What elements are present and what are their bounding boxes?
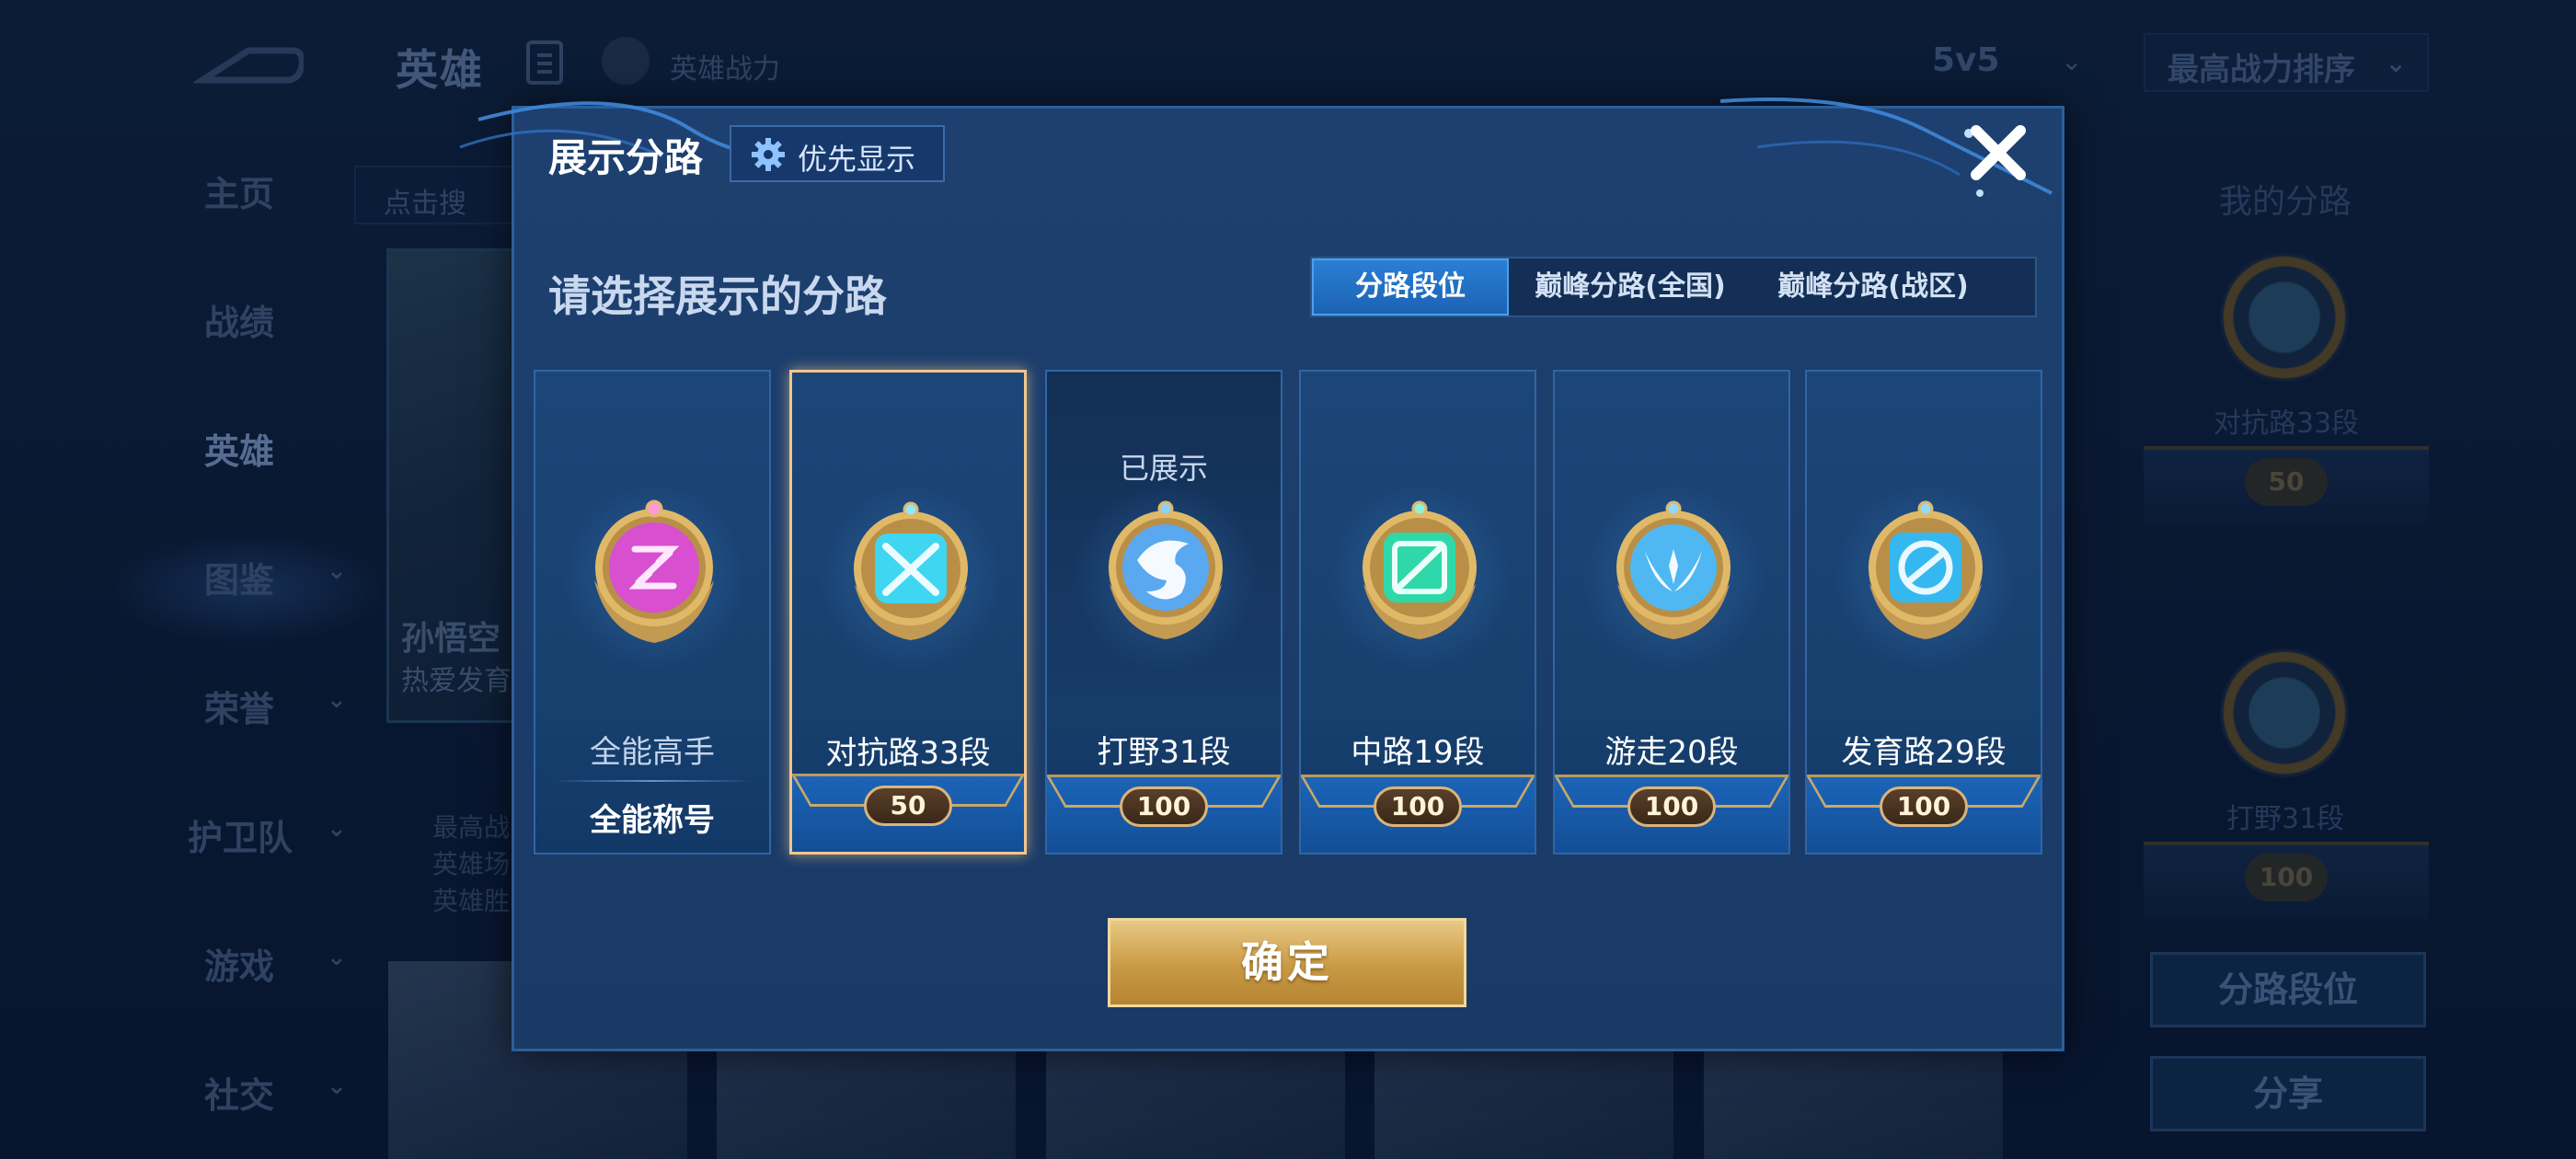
lane-card-label: 游走20段 <box>1604 734 1739 771</box>
lane-card-clash-lane[interactable]: 对抗路33段 50 <box>789 370 1027 855</box>
close-icon <box>1971 125 2026 180</box>
dialog-subtitle: 请选择展示的分路 <box>548 271 887 321</box>
lane-card-label: 发育路29段 <box>1841 734 2007 771</box>
star-ribbon: 100 <box>1555 775 1788 853</box>
priority-display-label: 优先显示 <box>798 142 916 177</box>
lane-card-label: 打野31段 <box>1097 734 1231 771</box>
confirm-button[interactable]: 确定 <box>1108 918 1466 1007</box>
clash-lane-badge-icon <box>854 501 968 640</box>
star-ribbon: 50 <box>792 774 1024 852</box>
dialog-title: 展示分路 <box>548 135 704 180</box>
star-count: 100 <box>1880 786 1968 827</box>
star-ribbon: 100 <box>1047 775 1281 853</box>
rank-type-tabs: 分路段位 巅峰分路(全国) 巅峰分路(战区) <box>1310 257 2037 317</box>
generalist-title-tag: 全能称号 <box>590 802 715 839</box>
star-count: 100 <box>1120 786 1208 827</box>
star-ribbon: 100 <box>1807 775 2041 853</box>
roam-badge-icon <box>1616 500 1731 639</box>
lane-card-list: 全能高手 全能称号 对抗路33段 50 已展示 打野31段 100 中路19段 … <box>534 370 2042 855</box>
generalist-badge-icon <box>594 499 714 643</box>
tab-lane-rank[interactable]: 分路段位 <box>1312 258 1509 316</box>
lane-card-mid-lane[interactable]: 中路19段 100 <box>1299 370 1536 855</box>
farm-lane-badge-icon <box>1869 500 1983 639</box>
divider <box>554 780 751 782</box>
star-count: 50 <box>864 786 952 826</box>
star-count: 100 <box>1627 786 1716 827</box>
lane-card-label: 全能高手 <box>590 734 715 771</box>
star-ribbon: 100 <box>1301 775 1535 853</box>
lane-card-jungle[interactable]: 已展示 打野31段 100 <box>1045 370 1282 855</box>
lane-card-farm-lane[interactable]: 发育路29段 100 <box>1805 370 2042 855</box>
lane-card-roam[interactable]: 游走20段 100 <box>1553 370 1790 855</box>
star-count: 100 <box>1374 786 1462 827</box>
gear-icon <box>752 138 785 171</box>
tab-peak-national[interactable]: 巅峰分路(全国) <box>1509 258 1752 316</box>
tab-peak-region[interactable]: 巅峰分路(战区) <box>1752 258 1995 316</box>
priority-display-button[interactable]: 优先显示 <box>730 125 945 182</box>
jungle-badge-icon <box>1109 500 1223 639</box>
mid-lane-badge-icon <box>1363 500 1477 639</box>
lane-card-generalist[interactable]: 全能高手 全能称号 <box>534 370 771 855</box>
lane-card-label: 对抗路33段 <box>825 735 991 772</box>
close-button[interactable] <box>1965 120 2031 186</box>
lane-card-label: 中路19段 <box>1351 734 1485 771</box>
